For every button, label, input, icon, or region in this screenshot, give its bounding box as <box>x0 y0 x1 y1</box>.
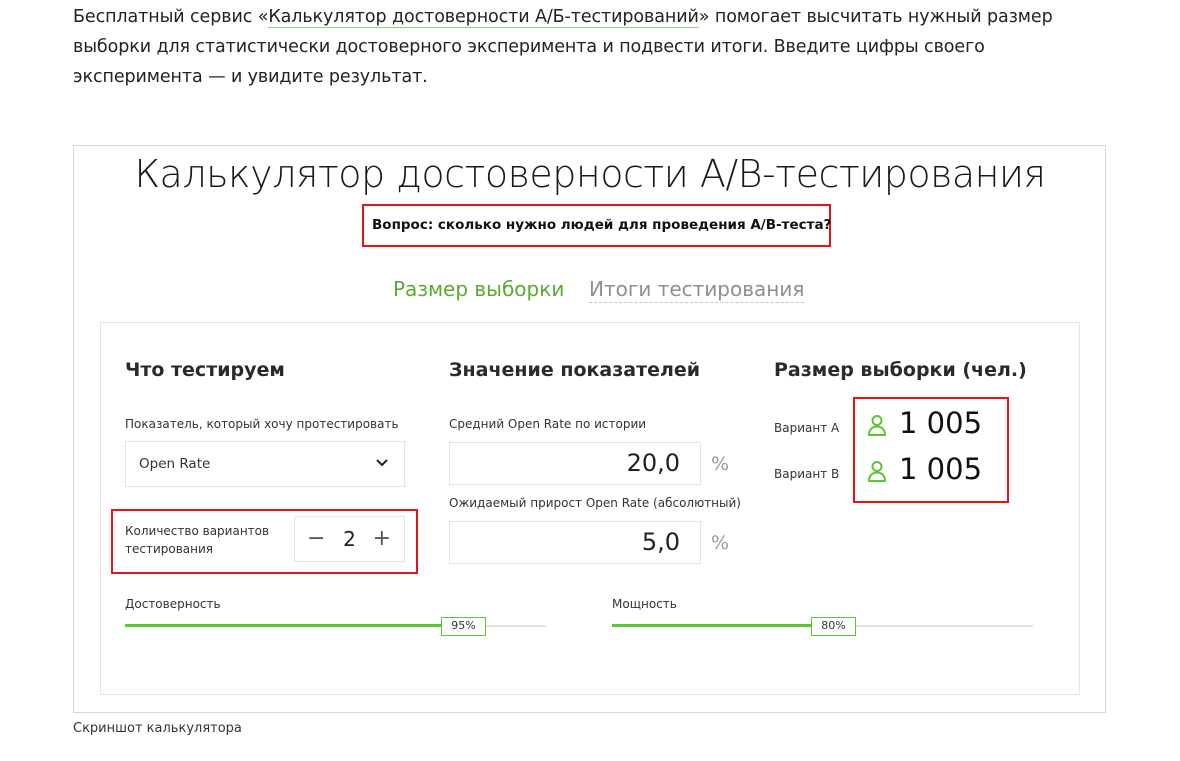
growth-rate-percent: % <box>711 532 730 554</box>
confidence-label: Достоверность <box>125 597 221 611</box>
question-text: Вопрос: сколько нужно людей для проведен… <box>372 217 832 233</box>
confidence-slider-fill <box>125 624 443 627</box>
user-icon <box>867 461 887 482</box>
metric-select-value: Open Rate <box>139 456 211 472</box>
variants-stepper: − 2 + <box>294 516 405 562</box>
avg-rate-label: Средний Open Rate по истории <box>449 417 647 431</box>
column-title-sample: Размер выборки (чел.) <box>774 359 1027 381</box>
intro-paragraph: Бесплатный сервис «Калькулятор достоверн… <box>73 2 1118 92</box>
variants-label-line1: Количество вариантов <box>125 524 270 538</box>
growth-rate-value: 5,0 <box>641 528 680 556</box>
intro-text-start: Бесплатный сервис « <box>73 7 269 27</box>
tab-sample-size[interactable]: Размер выборки <box>393 276 564 302</box>
avg-rate-percent: % <box>711 453 730 475</box>
column-title-what: Что тестируем <box>125 359 285 381</box>
confidence-slider-handle[interactable]: 95% <box>441 617 486 636</box>
growth-rate-label: Ожидаемый прирост Open Rate (абсолютный) <box>449 496 741 510</box>
variant-a-label: Вариант А <box>774 421 840 435</box>
metric-select[interactable]: Open Rate <box>125 441 405 487</box>
power-slider-handle[interactable]: 80% <box>811 617 856 636</box>
column-title-values: Значение показателей <box>449 359 701 381</box>
calculator-link[interactable]: Калькулятор достоверности А/Б-тестирован… <box>268 7 699 28</box>
image-caption: Скриншот калькулятора <box>73 721 242 736</box>
increment-button[interactable]: + <box>373 526 391 552</box>
growth-rate-input[interactable]: 5,0 <box>449 521 701 564</box>
chevron-down-icon <box>376 459 388 467</box>
tab-test-results[interactable]: Итоги тестирования <box>589 276 805 303</box>
variant-b-label: Вариант В <box>774 467 840 481</box>
metric-label: Показатель, который хочу протестировать <box>125 417 399 431</box>
avg-rate-input[interactable]: 20,0 <box>449 442 701 485</box>
user-icon <box>867 415 887 436</box>
avg-rate-value: 20,0 <box>626 449 680 477</box>
variants-label-line2: тестирования <box>125 542 214 556</box>
power-slider-fill <box>612 624 813 627</box>
variant-b-value: 1 005 <box>899 452 983 486</box>
variant-a-value: 1 005 <box>899 406 983 440</box>
calculator-title: Калькулятор достоверности А/В-тестирован… <box>134 152 1046 196</box>
power-label: Мощность <box>612 597 677 611</box>
